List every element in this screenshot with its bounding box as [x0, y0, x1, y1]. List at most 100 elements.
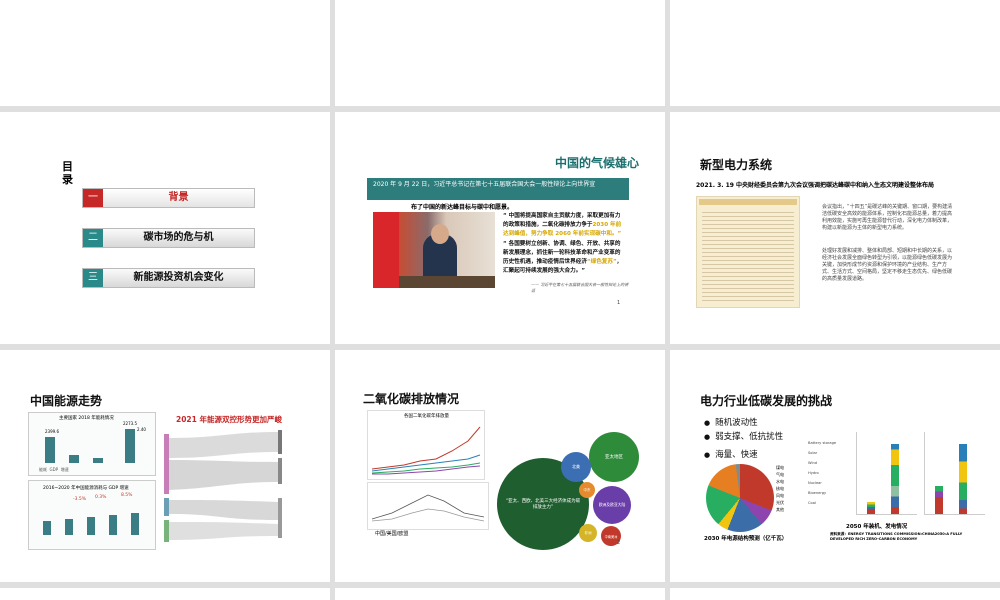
- stacked-bar: [867, 502, 875, 514]
- energy-gdp-chart: 2016~2020 年中国能源消耗与 GDP 增速 -3.5% 0.3% 8.5…: [28, 480, 156, 550]
- bubble-main-label: “亚太、西欧、北美三大经济体成为碳排放主力”: [505, 499, 581, 510]
- stacked-bar-chart-1: [856, 432, 917, 515]
- banner: 2020 年 9 月 22 日，习近平总书记在第七十五届联合国大会一般性辩论上向…: [367, 178, 629, 200]
- energy-bar-chart: 主要国家 2018 年能耗情况 2399.6 2273.5 2.40 能耗 GD…: [28, 412, 156, 476]
- stacked-legend: Battery storage Solar Wind Hydro Nuclear…: [808, 438, 836, 508]
- banner-continuation: 布了中国的新达峰目标与碳中和愿景。: [411, 204, 514, 211]
- bubble-label: 北美: [572, 464, 580, 469]
- slide-title: 中国的气候雄心: [555, 156, 640, 170]
- quote-source: —— 习近平在第七十五届联合国大会一般性辩论上的讲话: [531, 282, 629, 293]
- bar-label: 2399.6: [45, 429, 59, 434]
- chart-bar: [93, 458, 103, 463]
- legend-item: Battery storage: [808, 441, 837, 445]
- banner-text: 2020 年 9 月 22 日，习近平总书记在第七十五届联合国大会一般性辩论上向…: [373, 181, 596, 188]
- chart-title: 主要国家 2018 年能耗情况: [59, 416, 114, 421]
- slide-top-middle[interactable]: [335, 0, 665, 106]
- legend-item: 能耗: [39, 467, 47, 472]
- slide-toc[interactable]: 目录 一 背景 二 碳市场的危与机 三 新能源投资机会变化: [0, 112, 330, 344]
- legend-item: Wind: [808, 461, 818, 465]
- stacked-bar: [959, 444, 967, 514]
- bubble-europe: 欧洲及欧亚大陆: [593, 486, 631, 524]
- line-chart-2-svg: [371, 494, 485, 522]
- legend-item: 其他: [776, 507, 784, 512]
- slide-bottom-left[interactable]: [0, 588, 330, 600]
- sankey-diagram: [164, 430, 282, 542]
- pct-label: 8.5%: [121, 493, 133, 498]
- slide-title: 新型电力系统: [700, 158, 773, 172]
- document-lines: [702, 209, 794, 303]
- bullet-item: 随机波动性: [704, 416, 758, 428]
- legend-item: 核电: [776, 486, 784, 491]
- slide-bottom-middle[interactable]: [335, 588, 665, 600]
- toc-item-label: 碳市场的危与机: [143, 232, 214, 243]
- page-number: 2: [617, 540, 621, 546]
- quote-2-highlight: “绿色复苏”: [586, 259, 617, 265]
- flag-icon: [373, 212, 399, 288]
- toc-item-label: 背景: [168, 192, 189, 203]
- bubble-label: 亚太地区: [605, 455, 623, 460]
- paragraph-1: 会议指出，“十四五”是碳达峰的关键期、窗口期，要构建清洁低碳安全高效的能源体系，…: [822, 204, 953, 231]
- line-chart-svg: [371, 426, 481, 475]
- legend-item: 增速: [60, 467, 69, 472]
- bubble-asia-pacific: 亚太地区: [589, 432, 639, 482]
- person-head: [431, 224, 449, 244]
- slide-bottom-right[interactable]: [670, 588, 1000, 600]
- legend-item: 气电: [776, 472, 784, 477]
- line-chart-2: [367, 482, 489, 530]
- slide-top-right[interactable]: [670, 0, 1000, 106]
- legend-item: 光伏: [776, 500, 784, 505]
- chart-bar: [131, 513, 139, 535]
- pie-legend: 煤电 气电 水电 核电 风电 光伏 其他: [776, 464, 784, 513]
- toc-item-background[interactable]: 一 背景: [82, 188, 255, 208]
- bubble-label: 中南美洲: [604, 534, 618, 539]
- legend-item: 水电: [776, 479, 784, 484]
- slide-power-system[interactable]: 新型电力系统 2021. 3. 19 中央财经委员会第九次会议强调把碳达峰碳中和…: [670, 112, 1000, 344]
- chart-bar: [45, 437, 55, 463]
- legend-item: Coal: [808, 501, 816, 505]
- slide-climate[interactable]: 中国的气候雄心 2020 年 9 月 22 日，习近平总书记在第七十五届联合国大…: [335, 112, 665, 344]
- desk: [399, 276, 495, 288]
- legend-item: Solar: [808, 451, 818, 455]
- toc-item-label: 新能源投资机会变化: [133, 272, 224, 283]
- bubble-middle-east: 中东: [579, 482, 595, 498]
- stacked-bar: [891, 444, 899, 514]
- bar-source: 资料来源：ENERGY TRANSITIONS COMMISSION:CHINA…: [830, 532, 963, 541]
- stacked-bar: [935, 486, 943, 514]
- bar-label: 2273.5: [123, 421, 137, 426]
- slide-power-challenge[interactable]: 电力行业低碳发展的挑战 随机波动性 弱支撑、低抗扰性 海量、快速 煤电 气电 水…: [670, 350, 1000, 582]
- chart-footer: 中国/美国/欧盟: [375, 531, 409, 537]
- toc-item-carbon-market[interactable]: 二 碳市场的危与机: [82, 228, 255, 248]
- toc-item-number: 三: [83, 269, 103, 287]
- slide-co2[interactable]: 二氧化碳排放情况 各国二氧化碳年排放量 中国/美国/欧盟 “亚太、西欧、北美三大…: [335, 350, 665, 582]
- toc-item-new-energy[interactable]: 三 新能源投资机会变化: [82, 268, 255, 288]
- toc-title: 目录: [62, 160, 73, 186]
- bar-caption: 2050 年装机、发电情况: [846, 524, 908, 530]
- slide-title: 中国能源走势: [30, 394, 103, 408]
- slide-title: 二氧化碳排放情况: [363, 392, 460, 406]
- legend-item: Hydro: [808, 471, 819, 475]
- legend-item: Bioenergy: [808, 491, 827, 495]
- chart-title: 2016~2020 年中国能源消耗与 GDP 增速: [43, 486, 129, 491]
- slide-title: 电力行业低碳发展的挑战: [700, 394, 833, 408]
- bubble-label: 中东: [583, 487, 591, 492]
- legend-item: 煤电: [776, 465, 784, 470]
- page-number: 1: [617, 300, 621, 306]
- bubble-africa: 非洲: [579, 524, 597, 542]
- bubble-north-america: 北美: [561, 452, 591, 482]
- sankey-title: 2021 年能源双控形势更加严峻: [176, 415, 282, 424]
- slide-energy[interactable]: 中国能源走势 主要国家 2018 年能耗情况 2399.6 2273.5 2.4…: [0, 350, 330, 582]
- pie-chart: [706, 464, 774, 532]
- document-header: [699, 199, 797, 205]
- chart-legend: 能耗 GDP 增速: [39, 467, 69, 473]
- chart-bar: [65, 519, 73, 535]
- legend-item: 风电: [776, 493, 784, 498]
- bullet-item: 弱支撑、低抗扰性: [704, 430, 783, 442]
- line-chart: 各国二氧化碳年排放量: [367, 410, 485, 480]
- toc-item-number: 二: [83, 229, 103, 247]
- bar-label: 2.40: [137, 427, 146, 432]
- chart-bar: [69, 455, 79, 463]
- bubble-label: 欧洲及欧亚大陆: [598, 502, 626, 507]
- slide-top-left[interactable]: [0, 0, 330, 106]
- stacked-bar-chart-2: [924, 432, 985, 515]
- legend-item: GDP: [49, 467, 59, 472]
